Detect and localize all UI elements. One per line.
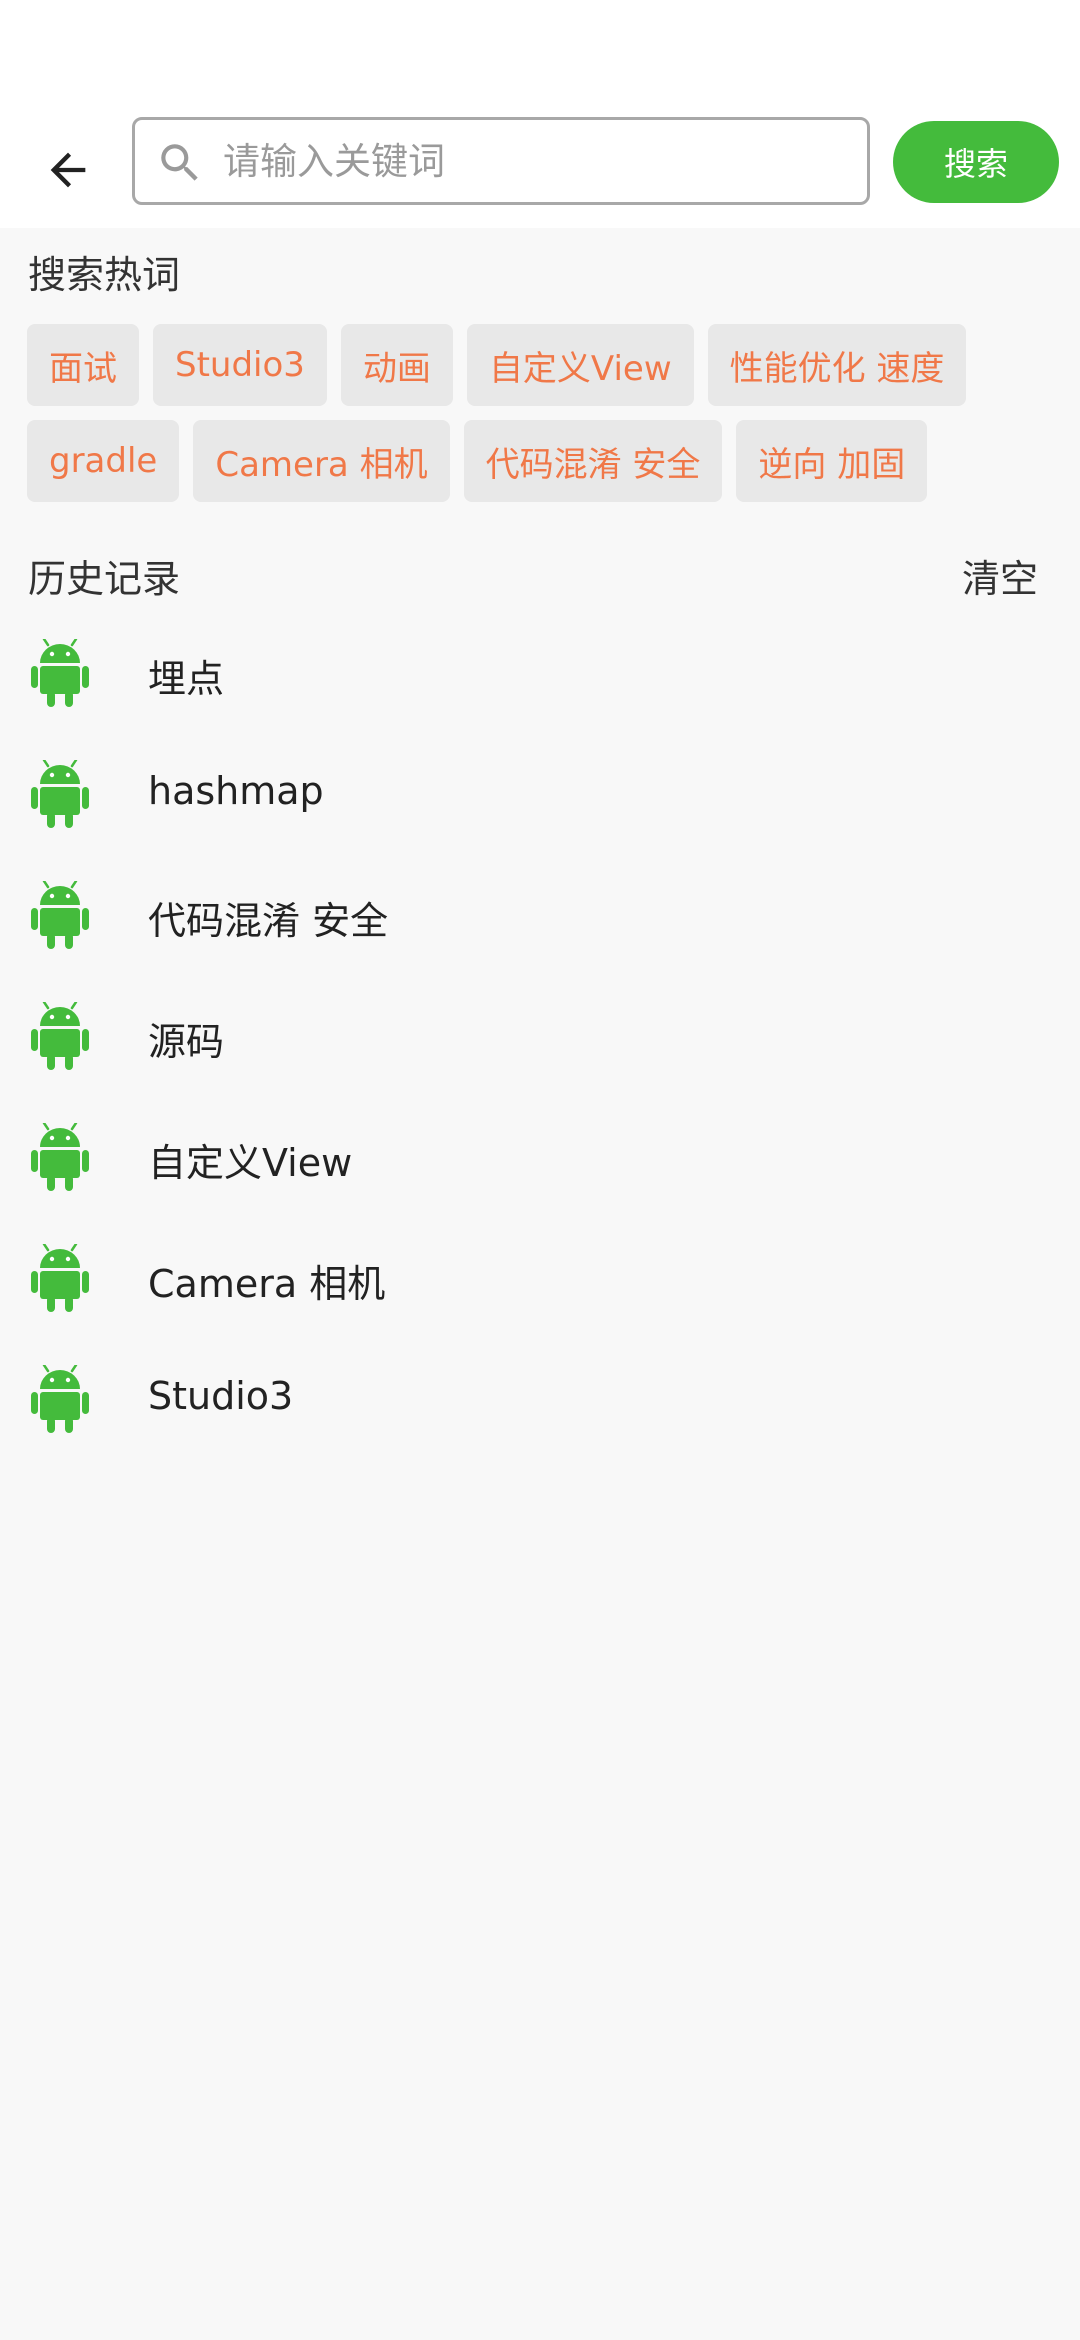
android-icon: [30, 639, 90, 707]
history-item[interactable]: Camera 相机: [0, 1229, 1080, 1350]
clear-history-button[interactable]: 清空: [962, 548, 1038, 603]
history-item-label: 代码混淆 安全: [148, 899, 389, 943]
history-item-label: Camera 相机: [148, 1262, 386, 1306]
android-icon: [30, 1365, 90, 1433]
hot-tag[interactable]: 面试: [27, 324, 139, 406]
arrow-left-icon: [50, 152, 86, 188]
search-box[interactable]: [132, 117, 870, 205]
search-input[interactable]: [223, 130, 843, 192]
history-item[interactable]: 自定义View: [0, 1108, 1080, 1229]
android-icon: [30, 760, 90, 828]
history-item[interactable]: Studio3: [0, 1350, 1080, 1471]
hot-tag[interactable]: gradle: [27, 420, 180, 502]
android-icon: [30, 1002, 90, 1070]
history-item-label: 埋点: [148, 657, 225, 701]
hot-words-tags: 面试 Studio3 动画 自定义View 性能优化 速度 gradle Cam…: [27, 324, 1053, 502]
history-item-label: hashmap: [148, 769, 324, 813]
hot-words-title: 搜索热词: [28, 253, 181, 297]
history-list: 埋点 hashmap 代码混淆 安全 源码 自定义View Camera 相机 …: [0, 624, 1080, 1471]
history-item[interactable]: 埋点: [0, 624, 1080, 745]
hot-tag[interactable]: 自定义View: [466, 324, 694, 406]
hot-tag[interactable]: Studio3: [153, 324, 327, 406]
history-item-label: 自定义View: [148, 1141, 353, 1185]
status-bar: [0, 0, 1080, 112]
history-title: 历史记录: [28, 557, 181, 601]
hot-tag[interactable]: 代码混淆 安全: [463, 420, 723, 502]
history-item[interactable]: 代码混淆 安全: [0, 866, 1080, 987]
top-bar: 搜索: [0, 112, 1080, 228]
hot-tag[interactable]: Camera 相机: [193, 420, 450, 502]
hot-tag[interactable]: 逆向 加固: [736, 420, 928, 502]
history-item[interactable]: hashmap: [0, 745, 1080, 866]
search-button[interactable]: 搜索: [893, 121, 1059, 203]
android-icon: [30, 1244, 90, 1312]
back-button[interactable]: [28, 130, 108, 210]
hot-tag[interactable]: 动画: [340, 324, 453, 406]
history-item[interactable]: 源码: [0, 987, 1080, 1108]
android-icon: [30, 1123, 90, 1191]
android-icon: [30, 881, 90, 949]
history-item-label: 源码: [148, 1020, 225, 1064]
search-icon: [161, 144, 198, 181]
hot-tag[interactable]: 性能优化 速度: [707, 324, 967, 406]
history-item-label: Studio3: [148, 1374, 294, 1418]
